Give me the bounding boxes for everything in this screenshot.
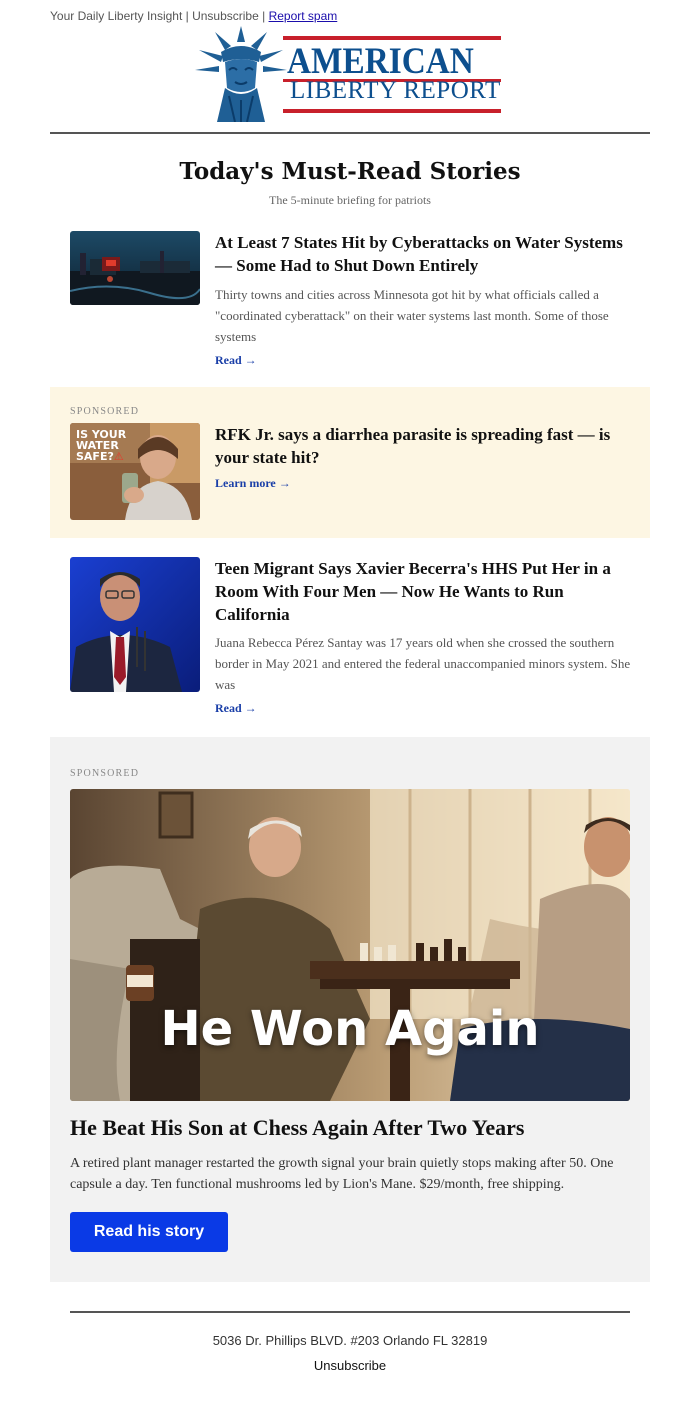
newsletter-subheadline: The 5-minute briefing for patriots <box>269 193 431 207</box>
sponsored-thumbnail-woman-water[interactable]: IS YOUR WATER SAFE?⚠ <box>70 423 200 520</box>
statue-of-liberty-icon <box>195 26 287 122</box>
story-title[interactable]: At Least 7 States Hit by Cyberattacks on… <box>215 231 635 277</box>
preheader: Your Daily Liberty Insight | Unsubscribe… <box>50 9 337 23</box>
story-card: At Least 7 States Hit by Cyberattacks on… <box>50 222 650 382</box>
footer-divider <box>70 1311 630 1313</box>
story-thumbnail-water-plant[interactable] <box>70 231 200 305</box>
sponsored-title[interactable]: He Beat His Son at Chess Again After Two… <box>70 1115 524 1141</box>
sponsored-card-small: SPONSORED IS YOUR WATER SAFE?⚠ RFK Jr. s… <box>50 387 650 538</box>
story-excerpt: Thirty towns and cities across Minnesota… <box>215 287 609 344</box>
logo-line-2: LIBERTY REPORT <box>290 77 501 104</box>
story-title[interactable]: Teen Migrant Says Xavier Becerra's HHS P… <box>215 557 635 626</box>
read-link[interactable]: Read → <box>215 701 257 716</box>
story-excerpt: Juana Rebecca Pérez Santay was 17 years … <box>215 635 631 692</box>
sponsored-card-large: SPONSORED He Won Again He Beat His Son a… <box>50 737 650 1282</box>
sponsored-title[interactable]: RFK Jr. says a diarrhea parasite is spre… <box>215 423 635 469</box>
sponsored-thumbnail-text: IS YOUR WATER SAFE?⚠ <box>76 429 126 462</box>
report-spam-link[interactable]: Report spam <box>269 9 338 23</box>
header-divider <box>50 132 650 134</box>
sponsored-label: SPONSORED <box>70 406 140 417</box>
hero-image-caption: He Won Again <box>160 1001 540 1057</box>
story-thumbnail-becerra[interactable] <box>70 557 200 692</box>
sponsored-label: SPONSORED <box>70 768 140 779</box>
sponsored-hero-image-chess[interactable]: He Won Again <box>70 789 630 1101</box>
newsletter-headline: Today's Must-Read Stories <box>179 158 521 185</box>
read-his-story-button[interactable]: Read his story <box>70 1212 228 1252</box>
read-link[interactable]: Read → <box>215 353 257 368</box>
story-card: Teen Migrant Says Xavier Becerra's HHS P… <box>50 548 650 733</box>
site-logo[interactable]: AMERICAN LIBERTY REPORT <box>195 26 505 122</box>
sponsored-body: A retired plant manager restarted the gr… <box>70 1156 614 1192</box>
learn-more-link[interactable]: Learn more → <box>215 476 291 491</box>
logo-red-bar-bottom <box>283 109 501 113</box>
preheader-text: Your Daily Liberty Insight | Unsubscribe… <box>50 9 269 23</box>
footer-address: 5036 Dr. Phillips BLVD. #203 Orlando FL … <box>212 1333 488 1348</box>
footer-unsubscribe-link[interactable]: Unsubscribe <box>50 1358 650 1373</box>
thumb-text-line-warning: SAFE?⚠ <box>76 450 124 463</box>
